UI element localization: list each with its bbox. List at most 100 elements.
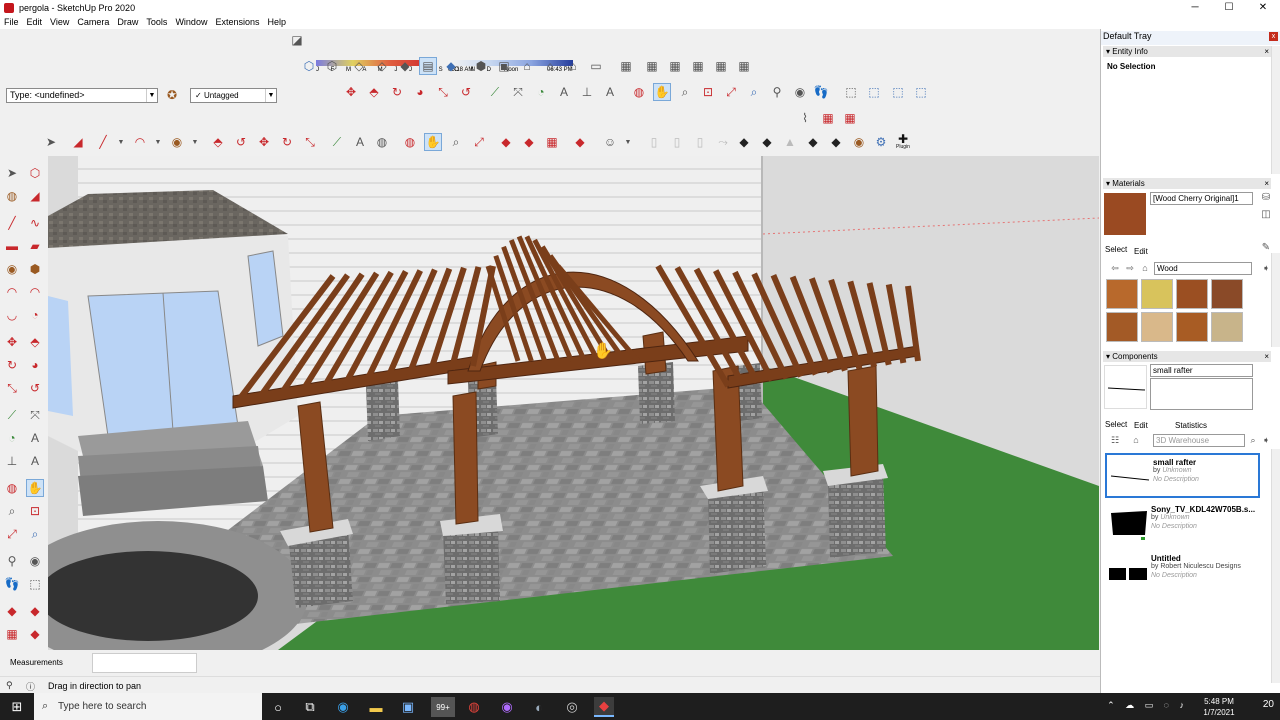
system-tray-icons[interactable]: ⌃ ☁ ▭ ◌ ♪ — [1107, 700, 1188, 711]
freehand-tool-icon[interactable]: ∿ — [26, 214, 44, 232]
close-icon[interactable]: × — [1264, 351, 1269, 362]
protractor-tool-icon[interactable]: ◔ — [3, 429, 21, 447]
material-swatch[interactable] — [1106, 312, 1138, 342]
offset-tool-icon[interactable]: ↺ — [26, 379, 44, 397]
select-tool-icon[interactable]: ➤ — [42, 133, 60, 151]
hidden-line-style-icon[interactable]: ◇ — [373, 57, 391, 75]
zoom-window-tool-icon[interactable]: ⊡ — [26, 502, 44, 520]
rectangle-tool-icon[interactable]: ▬ — [3, 237, 21, 255]
component-description-field[interactable] — [1150, 378, 1253, 410]
zoom-tool-icon[interactable]: ⌕ — [3, 502, 21, 520]
steam-icon[interactable]: ◐ — [529, 697, 549, 717]
share-model-icon[interactable]: ▦ — [666, 57, 684, 75]
polygon-tool-icon[interactable]: ⬢ — [26, 260, 44, 278]
orbit-tool-icon[interactable]: ◍ — [3, 479, 21, 497]
close-icon[interactable]: × — [1264, 178, 1269, 189]
pan-tool-icon[interactable]: ✋ — [424, 133, 442, 151]
geolocation-icon[interactable]: ⚲ — [6, 680, 13, 691]
components-tab-edit[interactable]: Edit — [1134, 421, 1148, 430]
menu-file[interactable]: File — [0, 15, 23, 29]
minimize-button[interactable]: ─ — [1178, 0, 1212, 15]
position-camera-icon[interactable]: ⚲ — [3, 552, 21, 570]
menu-extensions[interactable]: Extensions — [211, 15, 263, 29]
move-tool-icon[interactable]: ✥ — [342, 83, 360, 101]
zoom-extents-tool-icon[interactable]: ⤢ — [722, 83, 740, 101]
offset-tool-icon[interactable]: ↺ — [232, 133, 250, 151]
type-dropdown[interactable]: Type: <undefined> ▼ — [6, 88, 158, 103]
edge-browser-icon[interactable]: ◉ — [333, 697, 353, 717]
warehouse-icon[interactable]: ◆ — [497, 133, 515, 151]
component-item[interactable]: Sony_TV_KDL42W705B.s... by Unknown No De… — [1105, 502, 1260, 547]
select-tool-icon[interactable]: ➤ — [3, 164, 21, 182]
three-point-arc-tool-icon[interactable]: ◡ — [3, 306, 21, 324]
eraser-tool-icon[interactable]: ◢ — [69, 133, 87, 151]
info-icon[interactable]: ⓘ — [26, 680, 35, 693]
move-tool-icon[interactable]: ✥ — [3, 333, 21, 351]
material-preview[interactable] — [1104, 193, 1146, 235]
file-explorer-icon[interactable]: ▬ — [366, 697, 386, 717]
xray-style-icon[interactable]: ⬡ — [300, 57, 318, 75]
extension-warehouse-icon[interactable]: ▦ — [3, 625, 21, 643]
system-clock[interactable]: 5:48 PM 1/7/2021 — [1194, 696, 1244, 718]
extension-manager-icon[interactable]: ▦ — [712, 57, 730, 75]
chevron-down-icon[interactable]: ▼ — [619, 133, 637, 151]
view-options-icon[interactable]: ☷ — [1106, 431, 1124, 449]
protractor-tool-icon[interactable]: ◔ — [532, 83, 550, 101]
messenger-icon[interactable]: ◉ — [497, 697, 517, 717]
share-component-icon[interactable]: ◆ — [520, 133, 538, 151]
ruby-console-icon[interactable]: ◆ — [571, 133, 589, 151]
paint-bucket-tool-icon[interactable]: ◍ — [3, 187, 21, 205]
zoom-extents-tool-icon[interactable]: ⤢ — [3, 525, 21, 543]
text-tool-icon[interactable]: A — [26, 429, 44, 447]
material-swatch[interactable] — [1211, 279, 1243, 309]
shape-tool-icon[interactable]: ◉ — [168, 133, 186, 151]
axes-tool-icon[interactable]: ⊥ — [3, 452, 21, 470]
iso-view-icon[interactable]: ⬢ — [472, 57, 490, 75]
details-arrow-icon[interactable]: ➧ — [1257, 431, 1275, 449]
front-view-icon[interactable]: ⌂ — [518, 57, 536, 75]
position-camera-icon[interactable]: ⚲ — [768, 83, 786, 101]
dimension-tool-icon[interactable]: ⤧ — [509, 83, 527, 101]
walk-tool-icon[interactable]: 👣 — [812, 83, 830, 101]
model-viewport[interactable]: ✋ — [48, 156, 1099, 650]
pie-tool-icon[interactable]: ◔ — [26, 306, 44, 324]
materials-header[interactable]: ▾ Materials × — [1103, 178, 1271, 189]
text-tool-icon[interactable]: A — [351, 133, 369, 151]
warehouse-icon[interactable]: ◆ — [3, 602, 21, 620]
scale-tool-icon[interactable]: ⤡ — [301, 133, 319, 151]
solid-outer-shell-icon[interactable]: ◆ — [827, 133, 845, 151]
classifier-icon[interactable]: ✪ — [163, 86, 181, 104]
plugin-button[interactable]: ✚ Plugin — [894, 130, 912, 152]
zoom-extents-tool-icon[interactable]: ⤢ — [470, 133, 488, 151]
dimension-tool-icon[interactable]: ⤧ — [26, 406, 44, 424]
sketchup-taskbar-icon[interactable]: ◆ — [594, 697, 614, 717]
chevron-down-icon[interactable]: ▼ — [186, 133, 204, 151]
pan-tool-icon[interactable]: ✋ — [653, 83, 671, 101]
chevron-down-icon[interactable]: ▼ — [112, 133, 130, 151]
3d-text-tool-icon[interactable]: A — [601, 83, 619, 101]
display-section-fill-icon[interactable]: ⬚ — [912, 83, 930, 101]
text-tool-icon[interactable]: A — [555, 83, 573, 101]
extension-icon[interactable]: ⚙ — [872, 133, 890, 151]
material-swatch[interactable] — [1176, 279, 1208, 309]
zoom-window-tool-icon[interactable]: ⊡ — [699, 83, 717, 101]
tray-close-button[interactable]: x — [1269, 32, 1278, 41]
components-tab-select[interactable]: Select — [1105, 420, 1127, 429]
sandbox-smoove-icon[interactable]: ▦ — [841, 109, 859, 127]
orbit-tool-icon[interactable]: ◍ — [630, 83, 648, 101]
scrollbar[interactable] — [1271, 46, 1280, 174]
extension-warehouse-icon[interactable]: ▦ — [689, 57, 707, 75]
rotate-tool-icon[interactable]: ↻ — [278, 133, 296, 151]
scale-tool-icon[interactable]: ⤡ — [434, 83, 452, 101]
follow-me-tool-icon[interactable]: ◕ — [26, 356, 44, 374]
display-section-planes-icon[interactable]: ⬚ — [865, 83, 883, 101]
make-component-icon[interactable]: ⬡ — [26, 164, 44, 182]
close-button[interactable]: ✕ — [1246, 0, 1280, 15]
menu-draw[interactable]: Draw — [113, 15, 142, 29]
ruby-console-icon[interactable]: ◆ — [26, 625, 44, 643]
tag-dropdown[interactable]: ✓ Untagged ▼ — [190, 88, 277, 103]
zoom-tool-icon[interactable]: ⌕ — [447, 133, 465, 151]
push-pull-tool-icon[interactable]: ⬘ — [209, 133, 227, 151]
component-name-field[interactable]: small rafter — [1150, 364, 1253, 377]
material-swatch[interactable] — [1141, 279, 1173, 309]
